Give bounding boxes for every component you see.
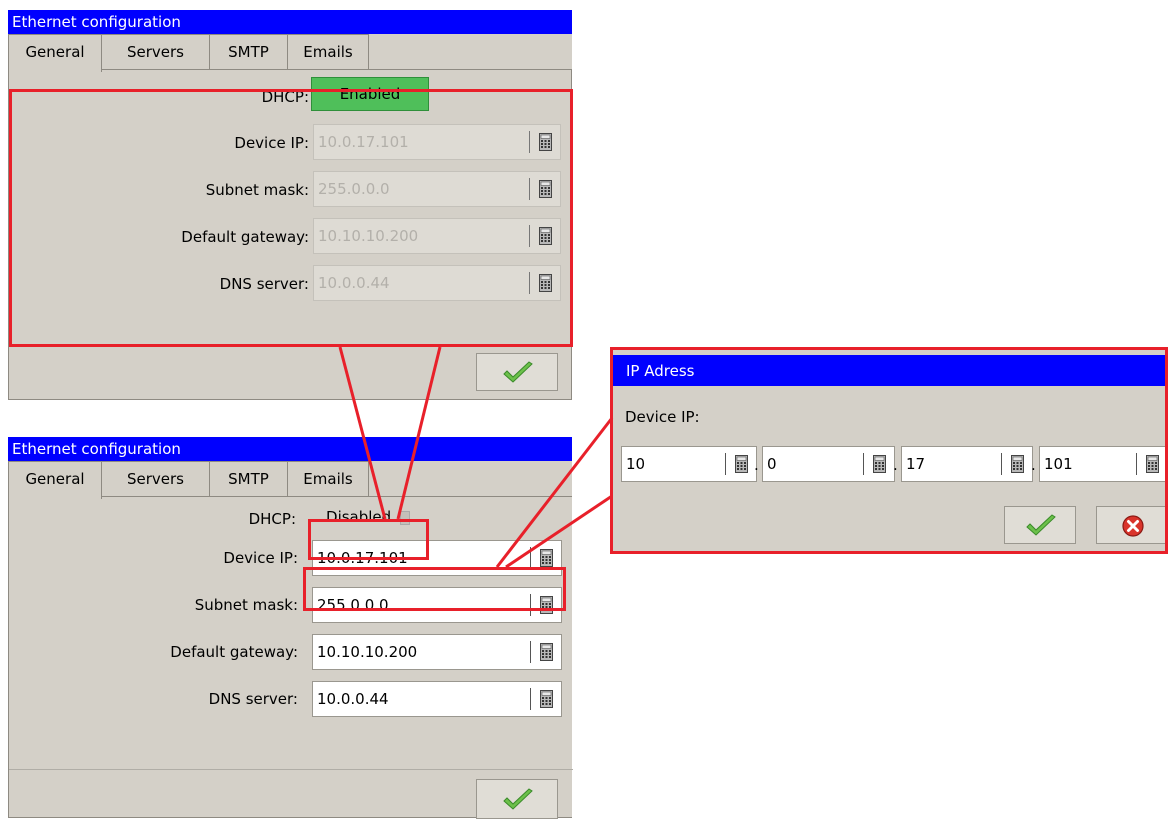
ip-address-dialog: IP Adress Device IP: 10 . 0 . 17 . 101 (613, 350, 1168, 552)
dns-server-value: 10.0.0.44 (317, 690, 389, 708)
octet-value: 10 (626, 455, 646, 473)
checkmark-icon (1025, 514, 1057, 538)
ok-button[interactable] (476, 353, 558, 391)
ok-button[interactable] (1004, 506, 1076, 544)
default-gateway-label: Default gateway: (181, 228, 309, 246)
default-gateway-value: 10.10.10.200 (317, 643, 418, 661)
device-ip-label: Device IP: (223, 549, 298, 567)
calculator-icon[interactable] (540, 549, 553, 567)
tab-general[interactable]: General (8, 34, 102, 72)
cancel-icon (1122, 515, 1144, 537)
ok-button[interactable] (476, 779, 558, 819)
separator (863, 453, 864, 475)
checkmark-icon (502, 788, 534, 812)
ip-octet-4-field[interactable]: 101 (1039, 446, 1168, 482)
default-gateway-field[interactable]: 10.10.10.200 (312, 634, 562, 670)
window-title: Ethernet configuration (8, 437, 572, 461)
separator (529, 272, 530, 294)
calculator-icon[interactable] (539, 180, 552, 198)
octet-value: 101 (1044, 455, 1073, 473)
calculator-icon[interactable] (540, 690, 553, 708)
ip-octet-3-field[interactable]: 17 (901, 446, 1033, 482)
tab-smtp[interactable]: SMTP (209, 34, 288, 70)
calculator-icon[interactable] (735, 455, 748, 473)
calculator-icon[interactable] (1146, 455, 1159, 473)
subnet-mask-value: 255.0.0.0 (317, 596, 389, 614)
dns-server-field[interactable]: 10.0.0.44 (313, 265, 561, 301)
window-title: Ethernet configuration (8, 10, 572, 34)
tab-servers[interactable]: Servers (101, 34, 210, 70)
subnet-mask-value: 255.0.0.0 (318, 180, 390, 198)
separator (529, 178, 530, 200)
ip-octet-1-field[interactable]: 10 (621, 446, 757, 482)
tab-emails[interactable]: Emails (287, 461, 369, 497)
dialog-title: IP Adress (613, 355, 1168, 386)
default-gateway-label: Default gateway: (170, 643, 298, 661)
dhcp-toggle-button[interactable]: Enabled (311, 77, 429, 111)
tab-emails[interactable]: Emails (287, 34, 369, 70)
dhcp-value: Disabled (326, 508, 392, 526)
general-panel: DHCP: Enabled Device IP: 10.0.17.101 Sub… (8, 69, 572, 400)
footer-divider (9, 769, 573, 770)
dhcp-label: DHCP: (248, 510, 296, 528)
dhcp-toggle-button[interactable]: Disabled (313, 499, 423, 535)
dns-server-label: DNS server: (219, 275, 309, 293)
calculator-icon[interactable] (540, 643, 553, 661)
calculator-icon[interactable] (539, 274, 552, 292)
ethernet-config-window-bottom: Ethernet configuration General Servers S… (8, 437, 573, 819)
separator (530, 641, 531, 663)
device-ip-label: Device IP: (234, 134, 309, 152)
calculator-icon[interactable] (873, 455, 886, 473)
calculator-icon[interactable] (539, 133, 552, 151)
subnet-mask-label: Subnet mask: (194, 596, 298, 614)
subnet-mask-label: Subnet mask: (205, 181, 309, 199)
dhcp-label: DHCP: (261, 88, 309, 106)
octet-dot: . (1031, 456, 1036, 474)
dns-server-field[interactable]: 10.0.0.44 (312, 681, 562, 717)
separator (529, 225, 530, 247)
general-panel: DHCP: Disabled Device IP: 10.0.17.101 Su… (8, 496, 573, 819)
device-ip-field[interactable]: 10.0.17.101 (313, 124, 561, 160)
octet-dot: . (893, 456, 898, 474)
dns-server-label: DNS server: (208, 690, 298, 708)
subnet-mask-field[interactable]: 255.0.0.0 (312, 587, 562, 623)
separator (529, 131, 530, 153)
device-ip-value: 10.0.17.101 (318, 133, 409, 151)
tab-servers[interactable]: Servers (101, 461, 210, 497)
ip-octet-2-field[interactable]: 0 (762, 446, 895, 482)
calculator-icon[interactable] (540, 596, 553, 614)
separator (725, 453, 726, 475)
dns-server-value: 10.0.0.44 (318, 274, 390, 292)
separator (1001, 453, 1002, 475)
separator (530, 594, 531, 616)
octet-value: 0 (767, 455, 777, 473)
device-ip-label: Device IP: (625, 408, 700, 426)
octet-value: 17 (906, 455, 926, 473)
calculator-icon[interactable] (539, 227, 552, 245)
calculator-icon[interactable] (1011, 455, 1024, 473)
ethernet-config-window-top: Ethernet configuration General Servers S… (8, 10, 572, 400)
toggle-indicator (399, 510, 410, 525)
default-gateway-field[interactable]: 10.10.10.200 (313, 218, 561, 254)
tab-smtp[interactable]: SMTP (209, 461, 288, 497)
checkmark-icon (502, 361, 534, 385)
separator (1136, 453, 1137, 475)
tab-general[interactable]: General (8, 461, 102, 499)
separator (530, 547, 531, 569)
subnet-mask-field[interactable]: 255.0.0.0 (313, 171, 561, 207)
default-gateway-value: 10.10.10.200 (318, 227, 419, 245)
separator (530, 688, 531, 710)
cancel-button[interactable] (1096, 506, 1168, 544)
device-ip-field[interactable]: 10.0.17.101 (312, 540, 562, 576)
device-ip-value: 10.0.17.101 (317, 549, 408, 567)
octet-dot: . (754, 456, 759, 474)
